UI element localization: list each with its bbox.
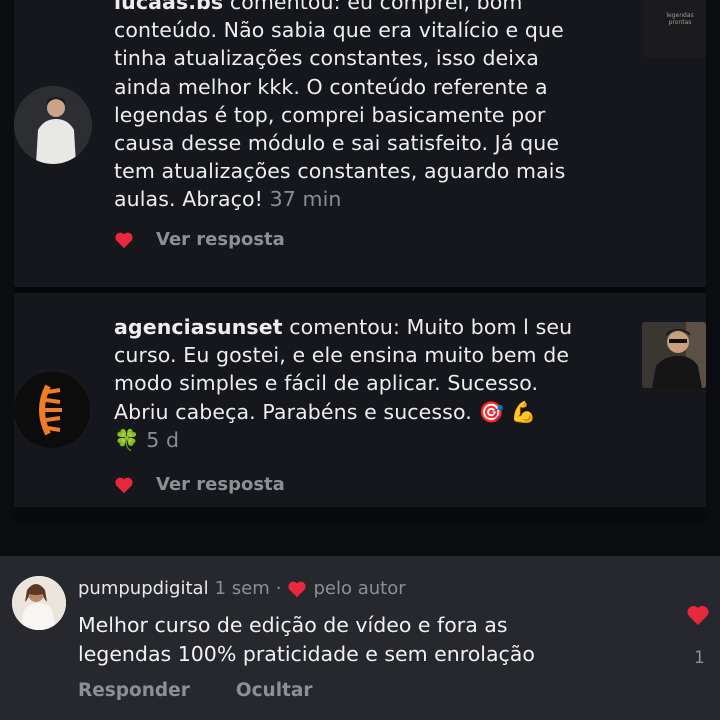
- comment-2-line0: Muito bom l seu: [400, 315, 573, 339]
- post-thumbnail-2[interactable]: [642, 322, 706, 388]
- comment-1-line: conteúdo. Não sabia que era vitalício e …: [114, 18, 564, 43]
- thumbnail-caption: legendas prontas: [666, 12, 694, 26]
- comment-1-time: 37 min: [269, 187, 342, 212]
- comment-3-line: Melhor curso de edição de vídeo e fora a…: [78, 613, 508, 637]
- comment-2-text: agenciasunset comentou: Muito bom l seu …: [114, 313, 644, 454]
- view-reply-link[interactable]: Ver resposta: [156, 229, 285, 250]
- comment-2-username[interactable]: agenciasunset: [114, 315, 283, 339]
- dart-emoji: 🎯: [478, 399, 505, 424]
- comment-1-text: lucaas.bs comentou: eu comprei, bom cont…: [114, 0, 644, 214]
- comment-1-verb: comentou:: [229, 0, 341, 14]
- avatar-pumpupdigital[interactable]: [12, 576, 66, 630]
- comment-3-header: pumpupdigital 1 sem · pelo autor: [78, 578, 406, 599]
- comment-1-reply-row: Ver resposta: [114, 229, 285, 250]
- sun-logo-icon: [14, 372, 90, 448]
- comment-3-time: 1 sem: [214, 578, 270, 599]
- comment-2-verb: comentou:: [289, 315, 401, 339]
- person-avatar-icon: [14, 86, 92, 164]
- reply-button[interactable]: Responder: [78, 680, 190, 701]
- comment-2-line: modo simples e fácil de aplicar. Sucesso…: [114, 371, 539, 396]
- like-heart-icon[interactable]: [686, 604, 710, 626]
- heart-icon: [288, 581, 307, 597]
- heart-icon[interactable]: [114, 231, 134, 249]
- comment-1-username[interactable]: lucaas.bs: [114, 0, 223, 14]
- muscle-emoji: 💪: [510, 399, 537, 424]
- comment-1-line: causa desse módulo e sai satisfeito. Já …: [114, 131, 560, 156]
- comment-1-line: ainda melhor kkk. O conteúdo referente a: [114, 74, 548, 99]
- comment-3-username[interactable]: pumpupdigital: [78, 578, 209, 599]
- comment-2-reply-row: Ver resposta: [114, 474, 285, 495]
- heart-icon[interactable]: [114, 476, 134, 494]
- person-avatar-icon: [12, 576, 66, 630]
- separator-dot: ·: [275, 578, 282, 599]
- person-thumbnail-icon: [642, 322, 706, 388]
- comment-1-line: tinha atualizações constantes, isso deix…: [114, 46, 539, 71]
- comment-1-line: aulas. Abraço!: [114, 187, 263, 212]
- divider: [14, 507, 706, 523]
- comment-3-line: legendas 100% praticidade e sem enrolaçã…: [78, 641, 535, 666]
- avatar-agenciasunset[interactable]: [14, 372, 90, 448]
- comment-2-line: curso. Eu gostei, e ele ensina muito bem…: [114, 343, 570, 368]
- comment-1-line: tem atualizações constantes, aguardo mai…: [114, 159, 566, 184]
- comment-3-actions: Responder Ocultar: [78, 680, 359, 701]
- comment-1-line: legendas é top, comprei basicamente por: [114, 102, 546, 127]
- clover-emoji: 🍀: [114, 427, 140, 452]
- comment-2-time: 5 d: [146, 427, 180, 452]
- post-thumbnail-1[interactable]: legendas prontas: [644, 0, 706, 58]
- hide-button[interactable]: Ocultar: [236, 680, 313, 701]
- comment-1-line0: eu comprei, bom: [340, 0, 523, 14]
- comment-2-line: Abriu cabeça. Parabéns e sucesso.: [114, 399, 472, 424]
- avatar-lucaas[interactable]: [14, 86, 92, 164]
- comment-3-text: Melhor curso de edição de vídeo e fora a…: [78, 611, 535, 668]
- liked-by-author-label: pelo autor: [313, 578, 406, 599]
- like-count: 1: [694, 648, 705, 668]
- view-reply-link[interactable]: Ver resposta: [156, 474, 285, 495]
